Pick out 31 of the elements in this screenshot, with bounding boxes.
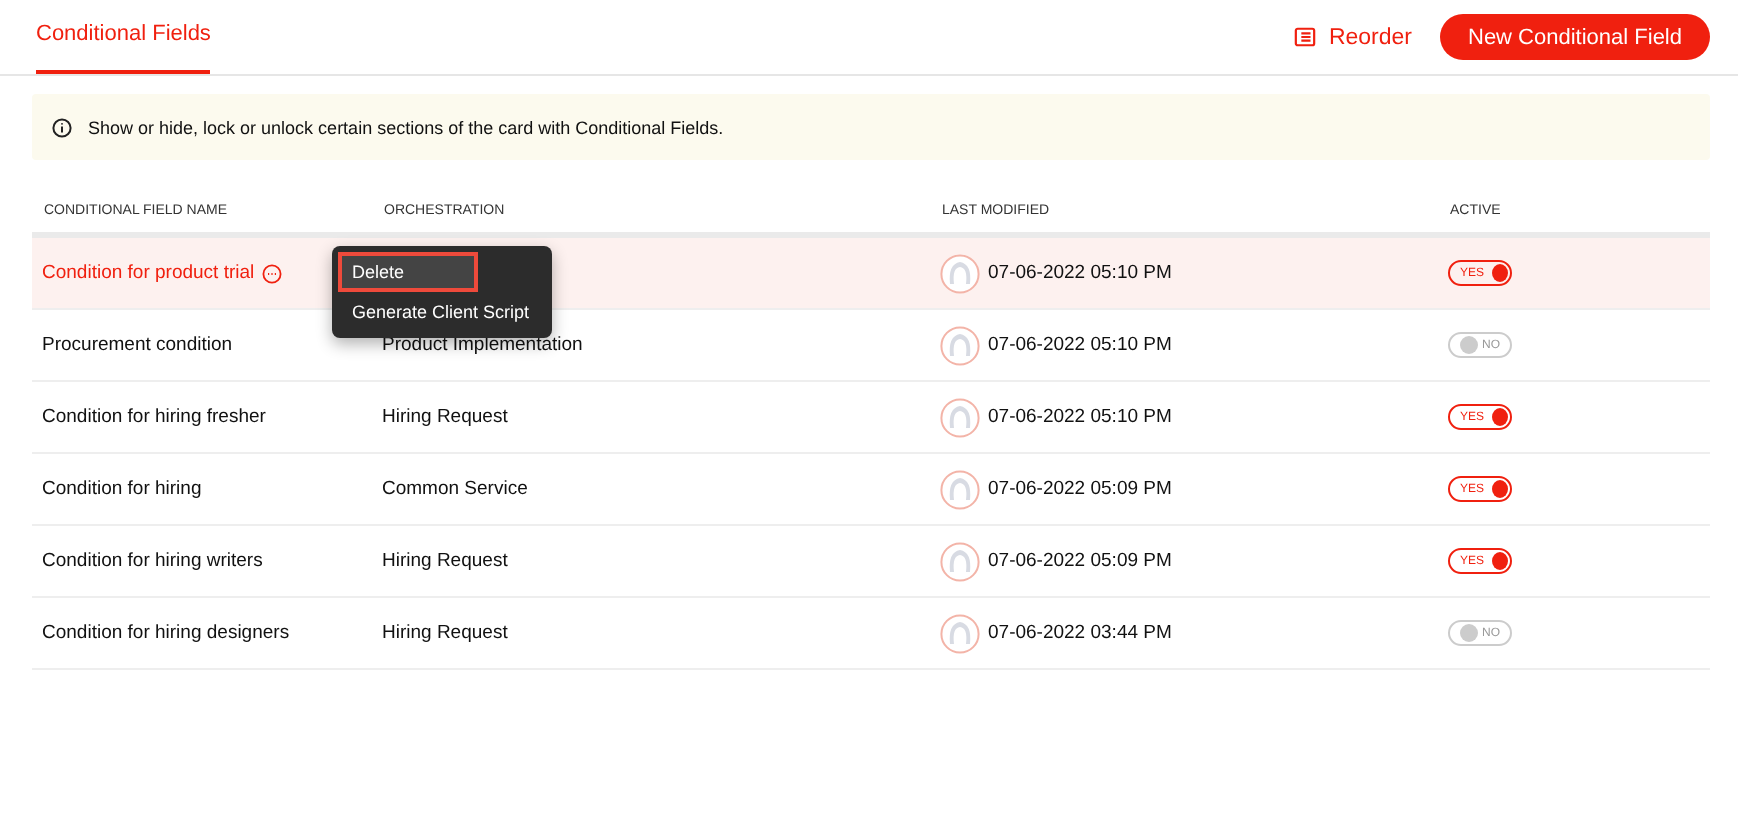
modified-date: 07-06-2022 03:44 PM	[988, 622, 1172, 644]
field-name: Condition for hiring designers	[42, 622, 290, 644]
modified-date: 07-06-2022 05:09 PM	[988, 478, 1172, 500]
menu-item[interactable]: Delete	[338, 252, 478, 292]
avatar-icon	[940, 613, 980, 653]
field-name: Condition for product trial	[42, 262, 255, 284]
modified-date: 07-06-2022 05:10 PM	[988, 334, 1172, 356]
field-name: Condition for hiring	[42, 478, 202, 500]
field-name: Procurement condition	[42, 334, 233, 356]
orchestration: Hiring Request	[382, 622, 508, 644]
avatar-icon	[940, 541, 980, 581]
field-name: Condition for hiring writers	[42, 550, 263, 572]
more-icon[interactable]	[262, 263, 283, 283]
modified-date: 07-06-2022 05:09 PM	[988, 550, 1172, 572]
tab[interactable]: Conditional Fields	[36, 0, 211, 74]
orchestration: Hiring Request	[382, 406, 508, 428]
modified-date: 07-06-2022 05:10 PM	[988, 406, 1172, 428]
avatar-icon	[940, 325, 980, 365]
reorder-button[interactable]: Reorder	[1294, 25, 1412, 49]
field-name: Condition for hiring fresher	[42, 406, 266, 428]
avatar-icon	[940, 253, 980, 293]
orchestration: Product Implementation	[382, 334, 583, 356]
orchestration: Hiring Request	[382, 550, 508, 572]
new-conditional-field-button[interactable]: New Conditional Field	[1440, 14, 1710, 60]
avatar-icon	[940, 469, 980, 509]
list-icon	[1294, 26, 1317, 48]
avatar-icon	[940, 397, 980, 437]
info-icon	[52, 117, 72, 137]
orchestration: Common Service	[382, 478, 528, 500]
info-text: Show or hide, lock or unlock certain sections of the card with Conditional Fields.	[88, 117, 724, 137]
modified-date: 07-06-2022 05:10 PM	[988, 262, 1172, 284]
